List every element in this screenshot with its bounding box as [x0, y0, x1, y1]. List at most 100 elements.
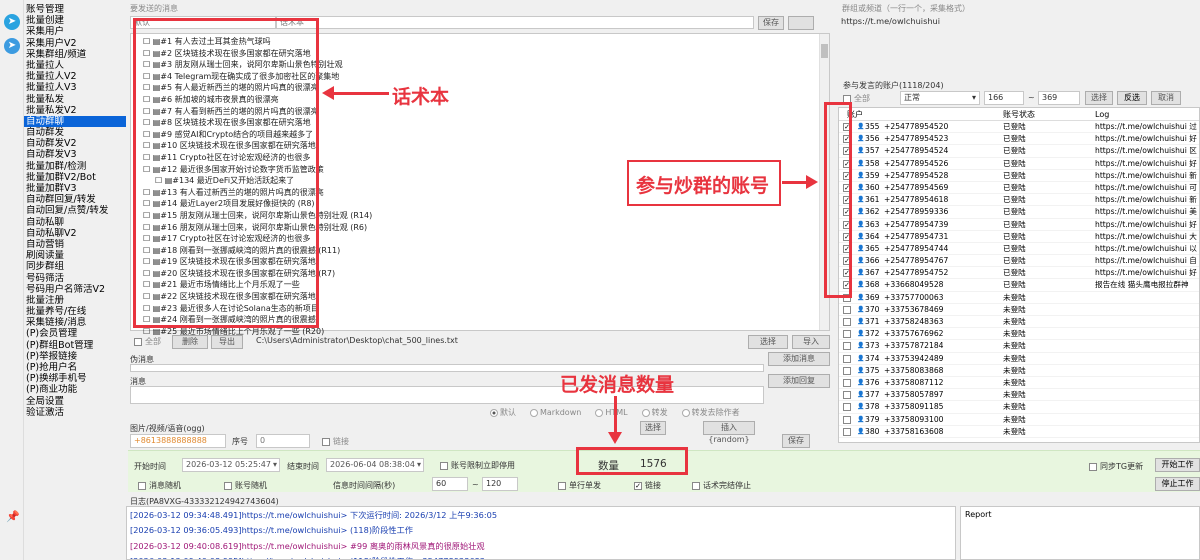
script-item[interactable]: ☐ ▤#2 区块链技术现在很多国家都在研究落地 [137, 48, 829, 60]
account-row[interactable]: 👤 374 +33753942489 未登陆 [839, 353, 1199, 365]
account-row[interactable]: 👤 375 +33758083868 未登陆 [839, 365, 1199, 377]
mode-radio[interactable]: 转发 [641, 408, 668, 417]
choose-media-button[interactable]: 选择 [640, 421, 666, 435]
account-row[interactable]: ✓ 👤 367 +254778954752 已登陆 https://t.me/owlchu… [839, 267, 1199, 280]
account-checkbox[interactable] [843, 415, 851, 424]
script-item[interactable]: ☐ ▤#7 有人看到新西兰的堪的照片吗真的很漂亮 [137, 106, 829, 118]
end-time-input[interactable]: 2026-06-04 08:38:04 ▾ [326, 458, 424, 472]
script-item[interactable]: ☐ ▤#6 新加坡的城市夜景真的很漂亮 [137, 94, 829, 106]
link-checkbox-2[interactable]: ✓ 链接 [634, 480, 661, 491]
account-checkbox[interactable]: ✓ [843, 196, 851, 205]
account-checkbox[interactable]: ✓ [843, 208, 851, 217]
script-item[interactable]: ☐ ▤#15 朋友刚从瑞士回来，说阿尔卑斯山景色特别壮观 (R14) [137, 210, 829, 222]
random-msg-checkbox[interactable]: 消息随机 [138, 480, 181, 491]
insert-random-button[interactable]: 插入{random} [703, 421, 755, 444]
account-row[interactable]: ✓ 👤 355 +254778954520 已登陆 https://t.me/owlchu… [839, 121, 1199, 134]
telegram-icon[interactable]: ➤ [4, 14, 20, 30]
script-item[interactable]: ☐ ▤#9 感觉AI和Crypto结合的项目越来越多了 [137, 129, 829, 141]
range-to-input[interactable]: 369 [1038, 91, 1080, 105]
account-checkbox[interactable]: ✓ [843, 269, 851, 278]
account-checkbox[interactable]: ✓ [843, 183, 851, 192]
menu-item[interactable]: 刷阅读量 [24, 250, 126, 261]
scripts-select-all[interactable]: 全部 [134, 336, 161, 347]
account-row[interactable]: 👤 379 +33758093100 未登陆 [839, 414, 1199, 426]
menu-item[interactable]: 采集群组/频道 [24, 49, 126, 60]
mode-radio[interactable]: Markdown [530, 408, 581, 417]
account-row[interactable]: ✓ 👤 363 +254778954739 已登陆 https://t.me/owlchu… [839, 219, 1199, 231]
add-message-button[interactable]: 添加消息 [768, 352, 830, 366]
menu-item[interactable]: 批量拉人 [24, 60, 126, 71]
sync-checkbox[interactable]: 同步TG更新 [1089, 461, 1143, 472]
account-checkbox[interactable]: ✓ [843, 159, 851, 168]
menu-item[interactable]: (P)会员管理 [24, 328, 126, 339]
script-item[interactable]: ☐ ▤#17 Crypto社区在讨论宏观经济的也很多 [137, 233, 829, 245]
menu-item[interactable]: 批量拉人V3 [24, 82, 126, 93]
menu-item[interactable]: (P)商业功能 [24, 384, 126, 395]
menu-item[interactable]: 自动群聊 [24, 115, 126, 128]
menu-item[interactable]: 批量加群V2/Bot [24, 172, 126, 183]
account-checkbox[interactable]: ✓ [843, 123, 851, 131]
range-from-input[interactable]: 166 [984, 91, 1024, 105]
cancel-button[interactable]: 取消 [1151, 91, 1181, 105]
account-checkbox[interactable] [843, 366, 851, 375]
link-checkbox[interactable]: 链接 [322, 436, 349, 447]
script-item[interactable]: ☐ ▤#8 区块链技术现在很多国家都在研究落地 [137, 117, 829, 129]
groups-textarea[interactable]: https://t.me/owlchuishui [838, 13, 1200, 77]
menu-item[interactable]: 自动群发V3 [24, 149, 126, 160]
add-reply-button[interactable]: 添加回复 [768, 374, 830, 388]
script-item[interactable]: ☐ ▤#23 最近很多人在讨论Solana生态的新项目 [137, 303, 829, 315]
accounts-select-all[interactable]: 全部 [843, 93, 870, 104]
mode-radio[interactable]: 默认 [490, 408, 516, 417]
account-checkbox[interactable] [843, 378, 851, 387]
status-filter-select[interactable]: 正常 ▾ [900, 91, 980, 105]
seq-input[interactable]: 0 [256, 434, 310, 448]
account-row[interactable]: 👤 378 +33758091185 未登陆 [839, 401, 1199, 414]
start-work-button[interactable]: 开始工作 [1155, 458, 1200, 472]
menu-item[interactable]: 批量创建 [24, 15, 126, 26]
account-row[interactable]: ✓ 👤 360 +254778954569 已登陆 https://t.me/owlchu… [839, 182, 1199, 195]
script-item[interactable]: ☐ ▤#16 朋友刚从瑞士回来，说阿尔卑斯山景色特别壮观 (R6) [137, 222, 829, 234]
account-row[interactable]: ✓ 👤 364 +254778954731 已登陆 https://t.me/owlchu… [839, 231, 1199, 243]
account-checkbox[interactable]: ✓ [843, 171, 851, 180]
script-item[interactable]: ☐ ▤#1 有人去过土耳其金热气球吗 [137, 36, 829, 48]
script-item[interactable]: ☐ ▤#3 朋友刚从瑞士回来，说阿尔卑斯山景色特别壮观 [137, 59, 829, 71]
script-item[interactable]: ☐ ▤#4 Telegram现在确实成了很多加密社区的聚集地 [137, 71, 829, 83]
limit-checkbox[interactable]: 账号限制立即停用 [440, 460, 515, 471]
single-send-checkbox[interactable]: 单行单发 [558, 480, 601, 491]
save-as-button[interactable] [788, 16, 814, 30]
menu-item[interactable]: 批量养号/在线 [24, 306, 126, 317]
account-checkbox[interactable] [843, 318, 851, 326]
menu-item[interactable]: 号码用户名筛活V2 [24, 284, 126, 295]
menu-item[interactable]: 自动回复/点赞/转发 [24, 205, 126, 216]
account-row[interactable]: ✓ 👤 368 +33668049528 已登陆 报告在线 猫头鹰电报拉群神 [839, 279, 1199, 292]
account-row[interactable]: ✓ 👤 356 +254778954523 已登陆 https://t.me/owlchu… [839, 133, 1199, 146]
menu-item[interactable]: 自动私聊V2 [24, 228, 126, 239]
export-button[interactable]: 导出 [211, 335, 243, 349]
select-file-button[interactable]: 选择 [748, 335, 788, 349]
interval-to-input[interactable]: 120 [482, 477, 518, 491]
menu-item[interactable]: 采集用户V2 [24, 38, 126, 49]
select-button[interactable]: 选择 [1085, 91, 1113, 105]
script-item[interactable]: ☐ ▤#20 区块链技术现在很多国家都在研究落地 (R7) [137, 268, 829, 280]
script-item[interactable]: ☐ ▤#18 刚看到一张挪威峡湾的照片真的很震撼 (R11) [137, 245, 829, 257]
account-row[interactable]: 👤 380 +33758163608 未登陆 [839, 426, 1199, 438]
account-row[interactable]: 👤 372 +33757676962 未登陆 [839, 328, 1199, 341]
account-checkbox[interactable] [843, 403, 851, 412]
import-button[interactable]: 导入 [792, 335, 830, 349]
account-checkbox[interactable] [843, 354, 851, 363]
start-time-input[interactable]: 2026-03-12 05:25:47 ▾ [182, 458, 280, 472]
menu-item[interactable]: (P)群组Bot管理 [24, 340, 126, 351]
default-input[interactable]: 默认 [130, 16, 276, 29]
random-account-checkbox[interactable]: 账号随机 [224, 480, 267, 491]
account-row[interactable]: ✓ 👤 361 +254778954618 已登陆 https://t.me/owlchu… [839, 194, 1199, 207]
script-item[interactable]: ☐ ▤#19 区块链技术现在很多国家都在研究落地 [137, 256, 829, 268]
menu-item[interactable]: 批量私发V2 [24, 105, 126, 116]
script-end-checkbox[interactable]: 话术完结停止 [692, 480, 751, 491]
account-row[interactable]: 👤 373 +33757872184 未登陆 [839, 340, 1199, 353]
menu-item[interactable]: 自动群发 [24, 127, 126, 138]
menu-item[interactable]: 批量私发 [24, 94, 126, 105]
invert-button[interactable]: 反选 [1117, 91, 1147, 105]
mode-radio[interactable]: HTML [595, 408, 628, 417]
account-checkbox[interactable]: ✓ [843, 281, 851, 290]
menu-item[interactable]: (P)举报链接 [24, 351, 126, 362]
